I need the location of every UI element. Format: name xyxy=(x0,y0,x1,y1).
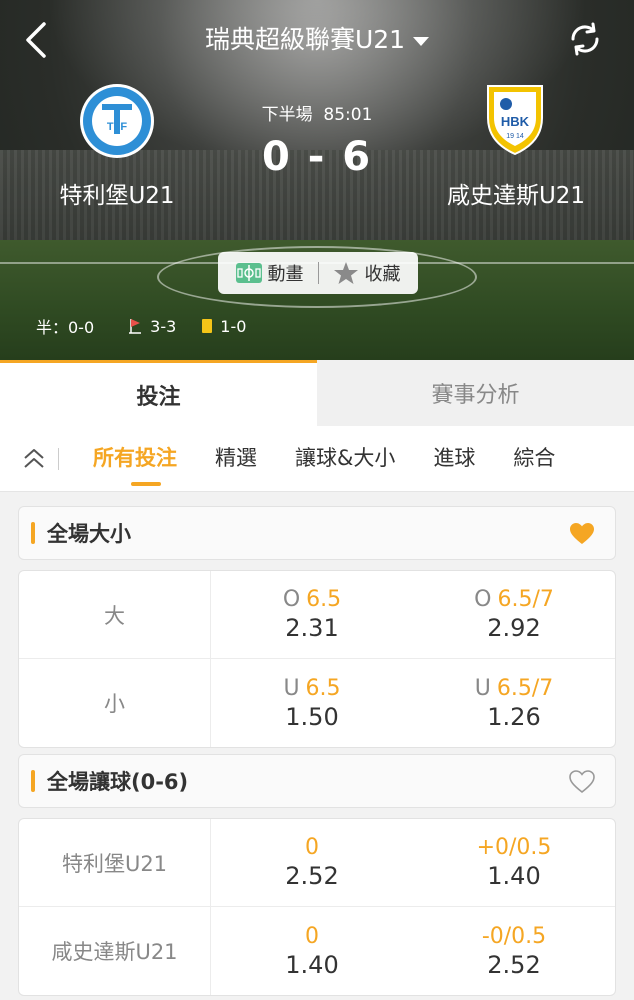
line-prefix: O xyxy=(474,587,492,612)
bet-category-nav: 所有投注 精選 讓球&大小 進球 綜合 xyxy=(0,426,634,492)
subtab-handicap-totals[interactable]: 讓球&大小 xyxy=(295,442,395,476)
odds-value: 2.31 xyxy=(285,614,339,642)
heart-outline-icon xyxy=(569,770,595,794)
tab-analysis[interactable]: 賽事分析 xyxy=(317,360,634,426)
away-team-logo: HBK 19 14 xyxy=(476,80,554,158)
animation-label: 動畫 xyxy=(267,264,304,285)
odds-row: 咸史達斯U21 0 1.40 -0/0.5 2.52 xyxy=(19,907,615,995)
line-prefix: O xyxy=(282,587,301,612)
line-prefix: U xyxy=(283,675,300,701)
line-number: 6.5/7 xyxy=(496,675,554,701)
away-team-name: 咸史達斯U21 xyxy=(446,183,586,209)
odds-row: 特利堡U21 0 2.52 +0/0.5 1.40 xyxy=(19,819,615,907)
svg-text:19 14: 19 14 xyxy=(506,133,524,140)
svg-text:TFF: TFF xyxy=(107,121,127,133)
odds-cell[interactable]: -0/0.5 2.52 xyxy=(413,907,615,995)
row-label: 小 xyxy=(19,659,211,747)
odds-row: 大 O 6.5 2.31 O 6.5/7 2.92 xyxy=(19,571,615,659)
line-value: U 6.5/7 xyxy=(475,676,554,701)
odds-cell[interactable]: O 6.5 2.31 xyxy=(211,571,413,658)
heart-filled-icon xyxy=(570,523,594,544)
odds-value: 2.92 xyxy=(487,614,541,642)
odds-value: 1.26 xyxy=(487,702,541,731)
odds-cell[interactable]: 0 2.52 xyxy=(211,819,413,906)
line-value: O 6.5/7 xyxy=(474,587,554,612)
match-header: 瑞典超級聯賽U21 TFF 特利堡U21 HBK 19 14 咸史達斯U21 下… xyxy=(0,0,634,360)
section-header-handicap[interactable]: 全場讓球(0-6) xyxy=(18,754,616,808)
odds-cell[interactable]: U 6.5 1.50 xyxy=(211,659,413,747)
league-selector[interactable]: 瑞典超級聯賽U21 xyxy=(0,20,634,56)
line-number: 0 xyxy=(305,835,319,860)
collapse-all-button[interactable] xyxy=(10,439,58,479)
subtab-combined[interactable]: 綜合 xyxy=(513,442,555,476)
line-number: 0 xyxy=(305,923,319,949)
corners-count: 3-3 xyxy=(150,316,177,336)
favorite-label: 收藏 xyxy=(364,264,401,285)
row-label: 咸史達斯U21 xyxy=(19,907,211,995)
line-number: 6.5 xyxy=(306,587,342,612)
refresh-button[interactable] xyxy=(566,20,604,58)
league-title: 瑞典超級聯賽U21 xyxy=(204,25,406,54)
animation-button[interactable]: 動畫 xyxy=(235,260,304,286)
main-tabs: 投注 賽事分析 xyxy=(0,360,634,426)
subnav-divider xyxy=(58,447,59,470)
halftime-score: 半：0-0 xyxy=(36,318,95,337)
section-title: 全場大小 xyxy=(47,522,131,546)
section-accent-bar xyxy=(31,522,35,544)
row-label: 特利堡U21 xyxy=(19,819,211,906)
home-team-logo: TFF xyxy=(78,82,156,160)
yellow-cards-count: 1-0 xyxy=(220,316,247,336)
subtab-featured[interactable]: 精選 xyxy=(215,442,257,476)
pill-divider xyxy=(317,262,319,284)
tab-bets[interactable]: 投注 xyxy=(0,360,317,426)
line-number: -0/0.5 xyxy=(481,923,547,949)
line-number: 6.5/7 xyxy=(497,587,554,612)
odds-grid-handicap: 特利堡U21 0 2.52 +0/0.5 1.40 咸史達斯U21 0 1.40… xyxy=(18,818,616,996)
line-prefix: U xyxy=(474,675,491,701)
svg-text:HBK: HBK xyxy=(501,114,530,129)
subtab-all[interactable]: 所有投注 xyxy=(93,442,177,486)
yellow-card-icon xyxy=(202,319,213,333)
top-bar: 瑞典超級聯賽U21 xyxy=(0,0,634,80)
subtab-goals[interactable]: 進球 xyxy=(433,442,475,476)
section-header-total[interactable]: 全場大小 xyxy=(18,506,616,560)
action-pill: 動畫 收藏 xyxy=(218,252,418,294)
caret-down-icon xyxy=(413,36,430,46)
section-accent-bar xyxy=(31,770,35,792)
odds-value: 1.40 xyxy=(285,950,339,979)
row-label: 大 xyxy=(19,571,211,658)
odds-value: 1.40 xyxy=(487,862,541,890)
odds-value: 2.52 xyxy=(487,950,541,979)
match-stats: 半：0-0 3-3 1-0 xyxy=(36,314,246,338)
pitch-icon xyxy=(235,263,262,283)
star-icon xyxy=(333,262,358,284)
section-title: 全場讓球(0-6) xyxy=(47,770,189,794)
odds-cell[interactable]: O 6.5/7 2.92 xyxy=(413,571,615,658)
odds-row: 小 U 6.5 1.50 U 6.5/7 1.26 xyxy=(19,659,615,747)
line-value: O 6.5 xyxy=(283,587,341,612)
period-label: 下半場 xyxy=(261,105,313,125)
clock-time: 85:01 xyxy=(323,105,373,125)
corner-flag-icon xyxy=(129,319,142,334)
odds-cell[interactable]: 0 1.40 xyxy=(211,907,413,995)
refresh-icon xyxy=(571,22,599,56)
odds-value: 1.50 xyxy=(285,702,339,731)
odds-grid-total: 大 O 6.5 2.31 O 6.5/7 2.92 小 U 6.5 1.50 U 6.5… xyxy=(18,570,616,748)
favorite-toggle[interactable] xyxy=(569,770,595,798)
odds-cell[interactable]: U 6.5/7 1.26 xyxy=(413,659,615,747)
favorite-toggle[interactable] xyxy=(569,522,595,550)
odds-cell[interactable]: +0/0.5 1.40 xyxy=(413,819,615,906)
favorite-match-button[interactable]: 收藏 xyxy=(333,260,401,286)
home-team-name: 特利堡U21 xyxy=(59,183,175,209)
double-chevron-up-icon xyxy=(24,448,44,468)
line-number: 6.5 xyxy=(305,675,341,701)
line-number: +0/0.5 xyxy=(476,835,552,860)
score: 0 - 6 xyxy=(261,134,373,180)
odds-value: 2.52 xyxy=(285,862,339,890)
line-value: U 6.5 xyxy=(283,676,340,701)
match-clock: 下半場 85:01 xyxy=(217,100,417,125)
